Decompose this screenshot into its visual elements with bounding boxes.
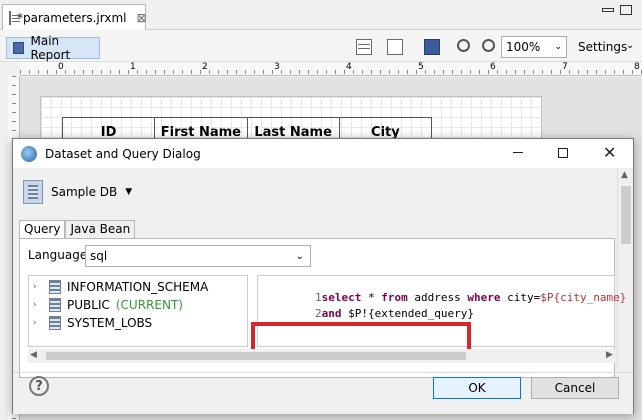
- ruler-number: 7: [562, 62, 568, 72]
- dialog-title: Dataset and Query Dialog: [45, 146, 201, 161]
- sql-keyword: and: [321, 307, 342, 320]
- chevron-down-icon: ⌄: [295, 250, 304, 262]
- sql-text: city=: [500, 291, 541, 304]
- dialog-minimize-icon[interactable]: [513, 152, 523, 153]
- divider: [13, 372, 633, 373]
- tree-item[interactable]: › INFORMATION_SCHEMA: [33, 278, 208, 296]
- scroll-left-icon[interactable]: ◀: [30, 350, 37, 360]
- tree-item[interactable]: › SYSTEM_LOBS: [33, 314, 152, 332]
- dialog-vertical-scrollbar[interactable]: ▲: [617, 168, 633, 368]
- ruler-number: 6: [490, 62, 496, 72]
- tab-query[interactable]: Query: [19, 220, 66, 238]
- scroll-thumb[interactable]: [621, 186, 631, 244]
- main-report-label: Main Report: [30, 34, 71, 62]
- ruler-number: 5: [418, 62, 424, 72]
- file-icon: [9, 11, 20, 25]
- language-label: Language: [28, 248, 88, 262]
- cancel-button[interactable]: Cancel: [531, 377, 619, 399]
- main-report-button[interactable]: Main Report: [6, 34, 100, 62]
- maximize-icon[interactable]: [620, 5, 632, 15]
- ruler-number: 0: [58, 62, 64, 72]
- dialog-close-icon[interactable]: ✕: [603, 143, 616, 162]
- chevron-down-icon[interactable]: ⌄: [626, 40, 634, 51]
- expand-icon[interactable]: ›: [33, 318, 43, 328]
- ruler-number: 8: [634, 62, 640, 72]
- number-icon[interactable]: [387, 39, 403, 55]
- table-icon: [49, 280, 61, 294]
- ok-button[interactable]: OK: [433, 377, 521, 399]
- expand-icon[interactable]: ›: [33, 282, 43, 292]
- zoom-select[interactable]: 100% ⌄: [501, 36, 567, 58]
- horizontal-scrollbar[interactable]: ◀ ▶: [28, 349, 615, 363]
- scroll-thumb[interactable]: [46, 352, 466, 360]
- dataset-query-dialog: Dataset and Query Dialog ✕ Sample DB ▼ ▲…: [12, 138, 634, 414]
- sql-parameter: $P{city_name}: [540, 291, 627, 304]
- dropdown-caret-icon: ▼: [125, 187, 133, 197]
- app-icon: [21, 145, 37, 162]
- tree-item-label: SYSTEM_LOBS: [67, 316, 153, 330]
- save-icon[interactable]: [424, 39, 440, 55]
- zoom-out-icon[interactable]: [482, 39, 495, 52]
- data-adapter-selector[interactable]: Sample DB ▼: [23, 179, 132, 205]
- tab-java-bean[interactable]: Java Bean: [65, 220, 136, 238]
- editor-tab[interactable]: *parameters.jrxml ⊠: [2, 4, 147, 31]
- editor-tab-title: *parameters.jrxml: [17, 11, 127, 25]
- tree-item-label: INFORMATION_SCHEMA: [67, 280, 209, 294]
- database-icon: [23, 180, 43, 204]
- table-icon: [49, 316, 61, 330]
- scroll-up-icon[interactable]: ▲: [621, 170, 628, 180]
- data-adapter-label: Sample DB: [51, 185, 118, 199]
- ruler-number: 1: [130, 62, 136, 72]
- schema-tree: › INFORMATION_SCHEMA › PUBLIC (CURRENT) …: [28, 275, 248, 347]
- sql-text: $P!{extended_query}: [341, 307, 474, 320]
- query-tabs: Query Java Bean: [19, 220, 136, 238]
- dialog-body: Sample DB ▼ ▲ Query Java Bean Language s…: [13, 168, 633, 414]
- editor-tab-bar: *parameters.jrxml ⊠: [0, 0, 642, 31]
- tree-item[interactable]: › PUBLIC (CURRENT): [33, 296, 183, 314]
- ruler-number: 4: [346, 62, 352, 72]
- ruler-number: 2: [202, 62, 208, 72]
- tree-item-label: PUBLIC: [67, 298, 110, 312]
- ruler-number: 3: [274, 62, 280, 72]
- language-select[interactable]: sql ⌄: [85, 245, 311, 267]
- grid-icon[interactable]: [356, 39, 372, 55]
- scroll-right-icon[interactable]: ▶: [606, 350, 613, 360]
- help-icon[interactable]: ?: [29, 376, 49, 396]
- zoom-in-icon[interactable]: [457, 39, 470, 52]
- tab-close-icon[interactable]: ⊠: [137, 11, 147, 25]
- line-number: 2: [314, 307, 322, 320]
- dialog-title-bar: Dataset and Query Dialog: [13, 139, 633, 168]
- chevron-down-icon: ⌄: [554, 42, 562, 52]
- dialog-maximize-icon[interactable]: [558, 148, 568, 158]
- zoom-value: 100%: [506, 40, 541, 54]
- language-value: sql: [90, 249, 108, 263]
- minimize-icon[interactable]: [602, 8, 614, 12]
- expand-icon[interactable]: ›: [33, 300, 43, 310]
- horizontal-ruler: 0 1 2 3 4 5 6 7 8: [20, 62, 642, 76]
- current-schema-badge: (CURRENT): [115, 298, 183, 312]
- settings-button[interactable]: Settings: [578, 40, 627, 54]
- table-icon: [49, 298, 61, 312]
- report-icon: [13, 42, 25, 54]
